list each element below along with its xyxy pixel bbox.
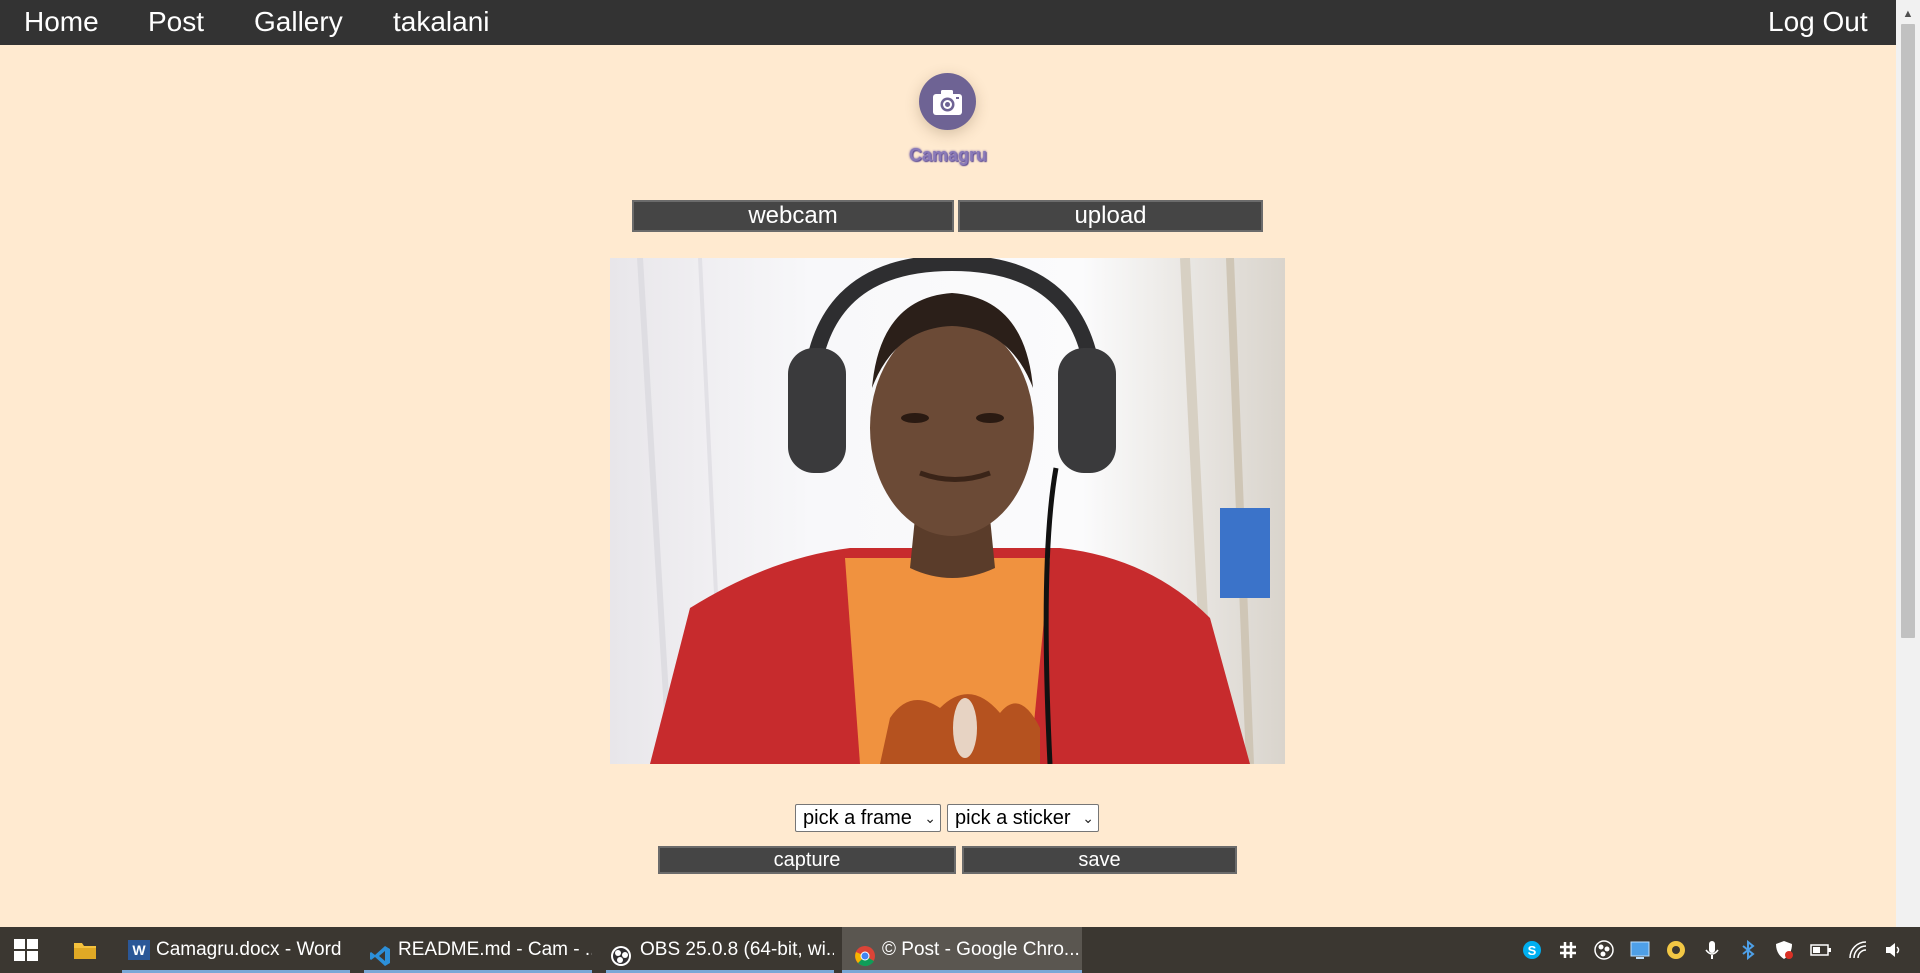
file-explorer-icon[interactable] [73, 939, 97, 966]
obs-tray-icon[interactable] [1594, 940, 1614, 960]
chrome-icon [854, 939, 876, 973]
page-scrollbar[interactable]: ▲ [1896, 0, 1920, 927]
battery-icon[interactable] [1810, 940, 1831, 960]
taskbar-item-label: OBS 25.0.8 (64-bit, wi... [640, 939, 834, 960]
taskbar-item-obs[interactable]: OBS 25.0.8 (64-bit, wi... [606, 927, 834, 973]
scroll-up-icon[interactable]: ▲ [1896, 0, 1920, 24]
logout-link[interactable]: Log Out [1768, 0, 1868, 45]
nav-gallery-link[interactable]: Gallery [254, 0, 343, 45]
top-navbar: Home Post Gallery takalani Log Out [0, 0, 1896, 45]
skype-icon[interactable]: S [1522, 940, 1542, 960]
save-button[interactable]: save [962, 846, 1237, 874]
wifi-icon[interactable] [1848, 940, 1868, 960]
brand-title: Camagru [908, 145, 988, 165]
taskbar-item-label: © Post - Google Chro... [882, 939, 1080, 960]
webcam-video [610, 258, 1285, 764]
taskbar-item-chrome[interactable]: © Post - Google Chro... [842, 927, 1082, 973]
capture-button[interactable]: capture [658, 846, 956, 874]
volume-icon[interactable] [1884, 940, 1904, 960]
nav-home-link[interactable]: Home [24, 0, 99, 45]
upload-button[interactable]: upload [958, 200, 1263, 232]
chevron-down-icon: ⌄ [924, 810, 936, 826]
microphone-icon[interactable] [1702, 940, 1722, 960]
defender-icon[interactable] [1774, 940, 1794, 960]
security-icon[interactable] [1666, 940, 1686, 960]
frame-select-value: pick a frame [803, 807, 912, 829]
os-taskbar: W Camagru.docx - Word README.md - Cam - … [0, 927, 1920, 973]
slack-icon[interactable] [1558, 940, 1578, 960]
svg-text:S: S [1528, 943, 1537, 958]
scroll-thumb[interactable] [1901, 24, 1915, 638]
chevron-down-icon: ⌄ [1082, 810, 1094, 826]
taskbar-item-vscode[interactable]: README.md - Cam - ... [364, 927, 592, 973]
sticker-select[interactable]: pick a sticker ⌄ [947, 804, 1099, 832]
obs-icon [610, 939, 632, 973]
vscode-icon [369, 939, 391, 973]
bluetooth-icon[interactable] [1738, 939, 1758, 961]
frame-select[interactable]: pick a frame ⌄ [795, 804, 941, 832]
webcam-button[interactable]: webcam [632, 200, 954, 232]
windows-start-icon[interactable] [14, 939, 38, 966]
camera-icon [919, 73, 976, 130]
display-icon[interactable] [1630, 940, 1650, 960]
taskbar-item-label: README.md - Cam - ... [398, 939, 592, 960]
sticker-select-value: pick a sticker [955, 807, 1071, 829]
nav-user-link[interactable]: takalani [393, 0, 490, 45]
taskbar-item-word[interactable]: W Camagru.docx - Word [122, 927, 350, 973]
word-icon: W [128, 940, 150, 960]
taskbar-item-label: Camagru.docx - Word [156, 939, 342, 960]
nav-post-link[interactable]: Post [148, 0, 204, 45]
